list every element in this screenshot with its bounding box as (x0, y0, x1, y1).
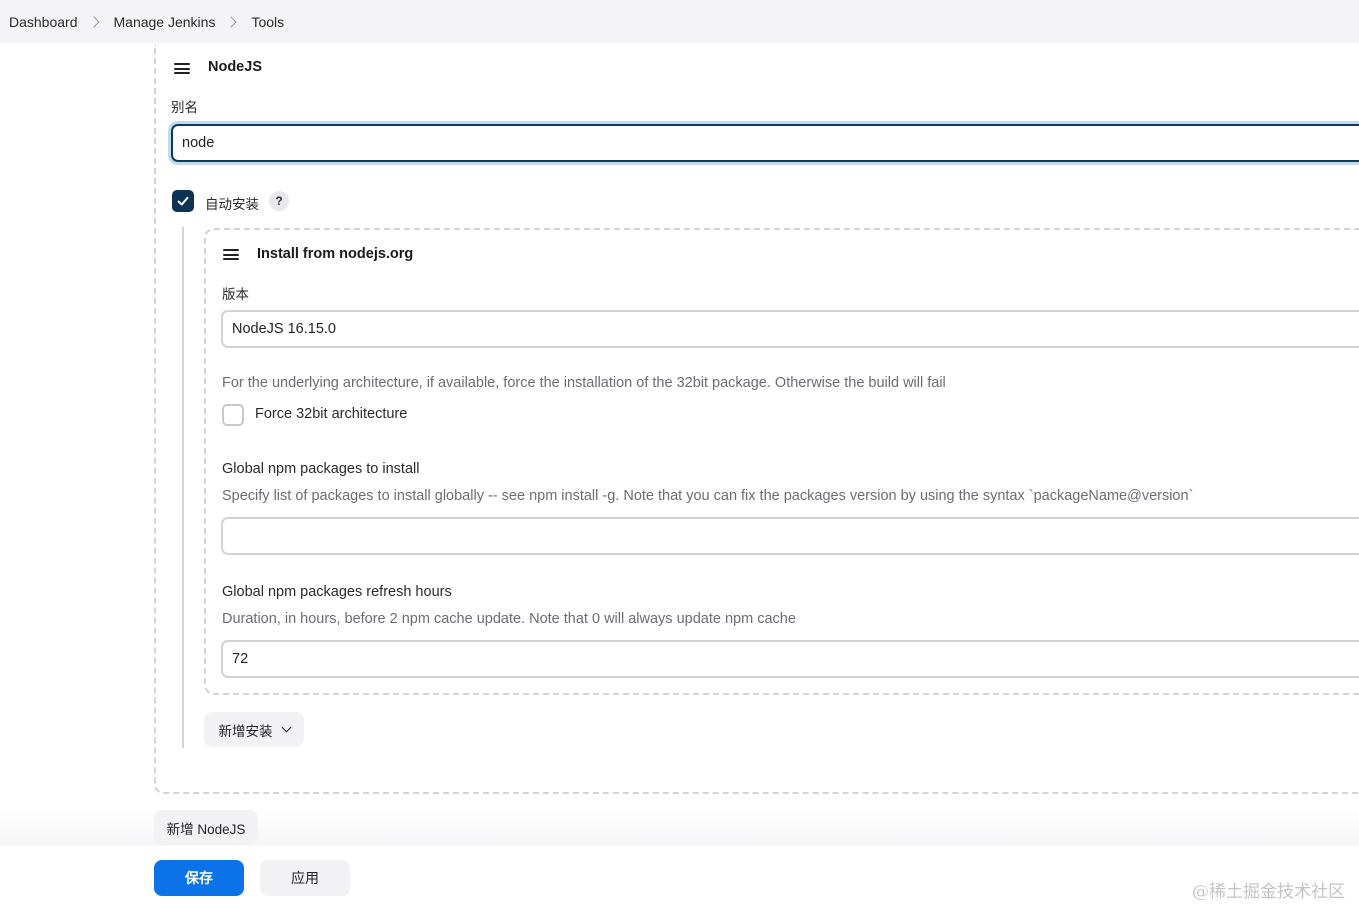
help-icon[interactable]: ? (269, 191, 289, 211)
nodejs-section-title: NodeJS (208, 59, 262, 75)
installer-title: Install from nodejs.org (257, 246, 414, 262)
alias-input[interactable]: node (171, 124, 1359, 162)
drag-handle-icon[interactable] (174, 63, 190, 75)
add-nodejs-button[interactable]: 新增 NodeJS (154, 810, 258, 845)
drag-handle-icon[interactable] (223, 249, 239, 261)
npm-packages-description: Specify list of packages to install glob… (222, 488, 1194, 504)
add-installer-button[interactable]: 新增安装 (204, 712, 304, 747)
force32-description: For the underlying architecture, if avai… (222, 375, 946, 391)
version-select[interactable]: NodeJS 16.15.0 (221, 310, 1359, 348)
save-button[interactable]: 保存 (154, 860, 244, 896)
auto-install-checkbox[interactable] (172, 190, 194, 212)
refresh-hours-input[interactable]: 72 (221, 640, 1359, 678)
checkmark-icon (177, 196, 189, 206)
npm-packages-label: Global npm packages to install (222, 461, 420, 477)
npm-packages-input[interactable] (221, 517, 1359, 555)
refresh-hours-label: Global npm packages refresh hours (222, 584, 452, 600)
add-installer-label: 新增安装 (218, 723, 273, 739)
chevron-down-icon (281, 722, 291, 733)
installer-nesting-line (182, 227, 184, 748)
chevron-right-icon (87, 15, 100, 28)
refresh-hours-description: Duration, in hours, before 2 npm cache u… (222, 611, 796, 627)
watermark: @稀土掘金技术社区 (1192, 882, 1345, 902)
force32-label: Force 32bit architecture (255, 406, 408, 422)
breadcrumb-tools[interactable]: Tools (251, 14, 284, 30)
apply-button[interactable]: 应用 (260, 860, 350, 896)
chevron-right-icon (225, 15, 238, 28)
auto-install-label: 自动安装 (205, 197, 259, 212)
force32-checkbox[interactable] (222, 404, 244, 426)
breadcrumb-dashboard[interactable]: Dashboard (9, 14, 78, 30)
breadcrumb-manage-jenkins[interactable]: Manage Jenkins (114, 14, 216, 30)
version-label: 版本 (222, 287, 249, 302)
breadcrumb: Dashboard Manage Jenkins Tools (0, 0, 1359, 43)
alias-label: 别名 (171, 100, 198, 115)
